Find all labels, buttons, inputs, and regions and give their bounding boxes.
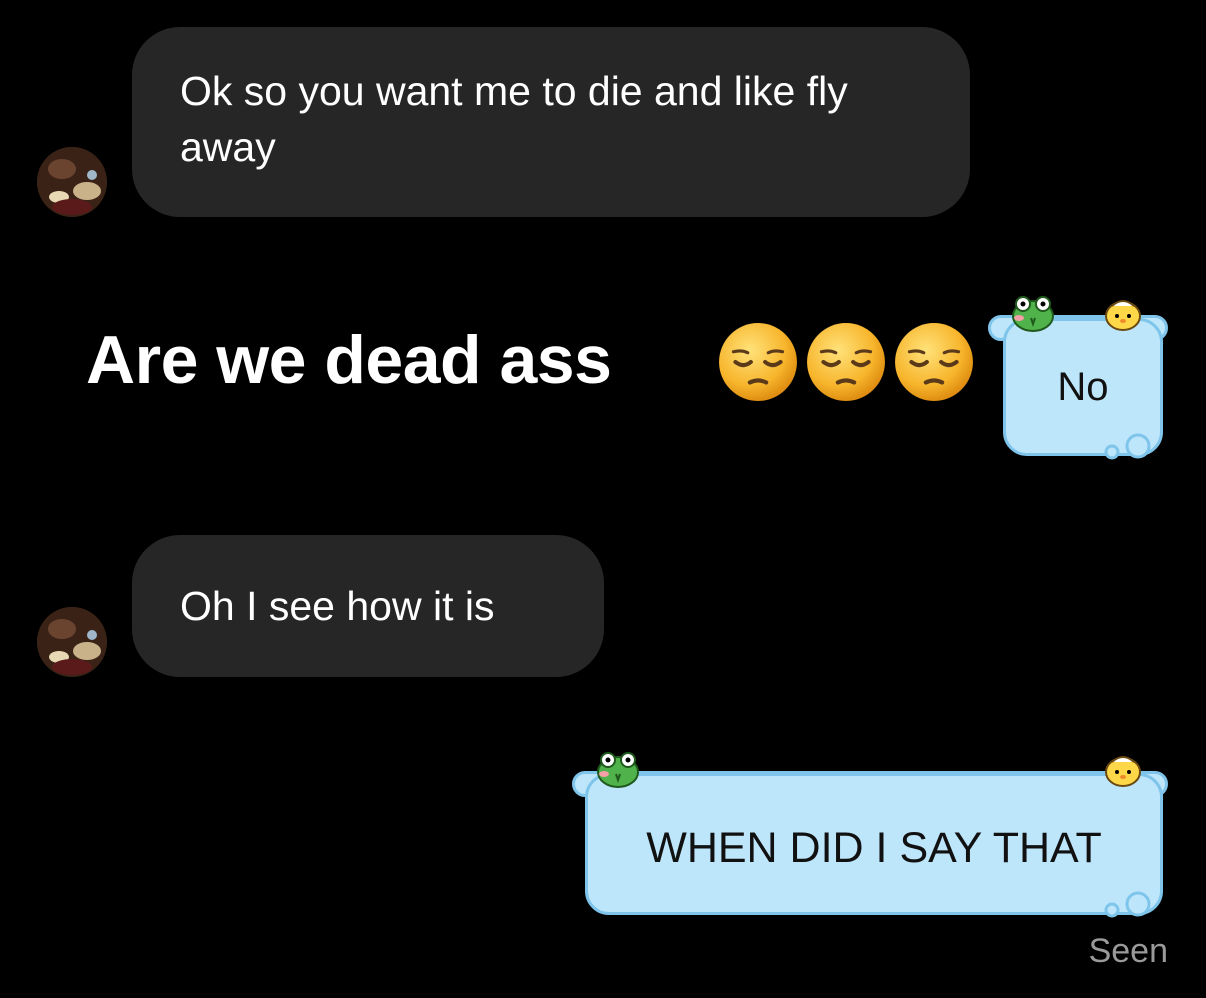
- bubbles-decoration-icon: [1104, 433, 1151, 460]
- bubbles-decoration-icon: [1104, 891, 1151, 918]
- contact-avatar[interactable]: [37, 147, 107, 217]
- pensive-face-icon: [807, 323, 885, 401]
- emoji-group: [717, 321, 975, 403]
- avatar-photo-icon: [37, 607, 107, 677]
- message-text: Oh I see how it is: [180, 583, 495, 629]
- contact-avatar[interactable]: [37, 607, 107, 677]
- avatar-photo-icon: [37, 147, 107, 217]
- message-text: WHEN DID I SAY THAT: [646, 823, 1102, 872]
- incoming-message-bubble[interactable]: Ok so you want me to die and like fly aw…: [132, 27, 970, 217]
- pensive-face-icon: [719, 323, 797, 401]
- frog-sticker-icon: [1012, 296, 1054, 332]
- seen-status: Seen: [1088, 932, 1168, 970]
- chick-sticker-icon: [1105, 756, 1141, 787]
- incoming-message-bubble[interactable]: Oh I see how it is: [132, 535, 604, 677]
- message-text: No: [1057, 364, 1109, 409]
- outgoing-message-bubble[interactable]: WHEN DID I SAY THAT: [585, 773, 1163, 915]
- chick-sticker-icon: [1105, 300, 1141, 331]
- large-text-message[interactable]: Are we dead ass: [86, 315, 612, 405]
- message-text: Ok so you want me to die and like fly aw…: [180, 68, 848, 170]
- pensive-face-icon: [895, 323, 973, 401]
- frog-sticker-icon: [597, 752, 639, 788]
